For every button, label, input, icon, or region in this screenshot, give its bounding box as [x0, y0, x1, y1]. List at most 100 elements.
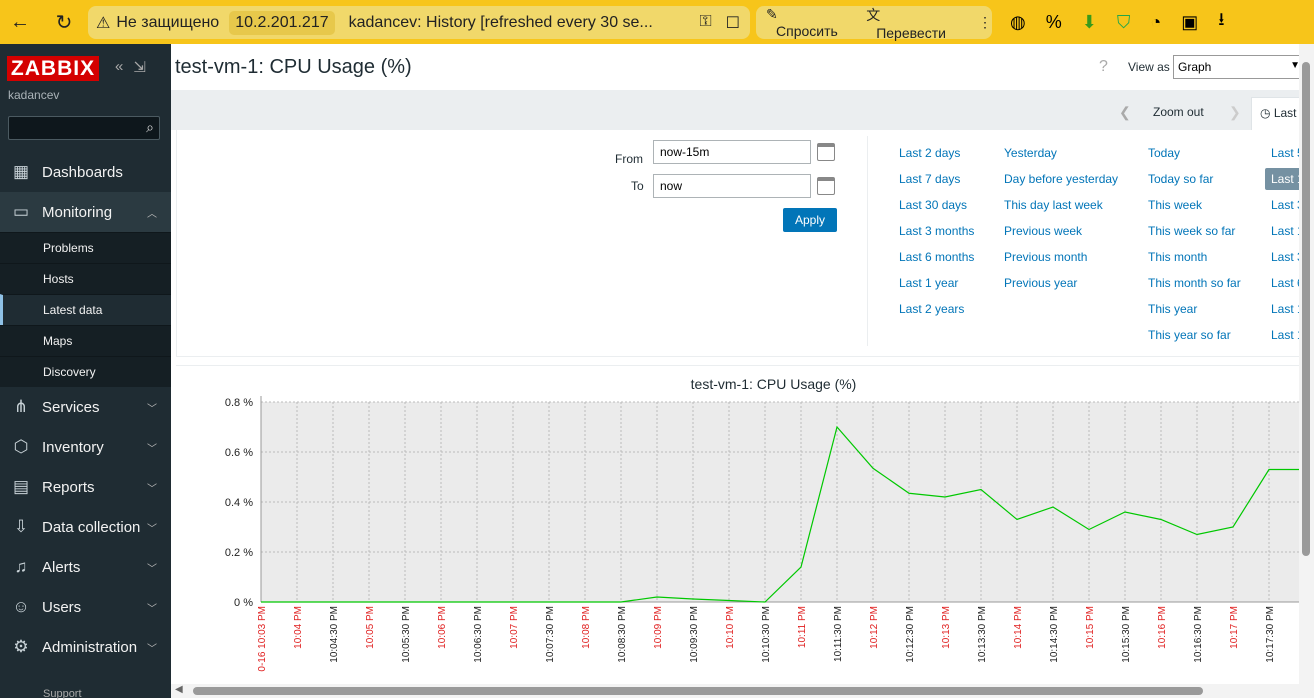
- calendar-icon[interactable]: [817, 177, 835, 195]
- search-icon[interactable]: ⌕: [146, 119, 154, 136]
- kiosk-mode-icon[interactable]: ⇲: [133, 58, 146, 76]
- menu-label: Dashboards: [42, 163, 123, 181]
- chevron-right-icon[interactable]: ❯: [1229, 104, 1241, 121]
- quick-range-link[interactable]: Today so far: [1148, 172, 1213, 186]
- quick-range-link[interactable]: This year: [1148, 302, 1197, 316]
- key-icon[interactable]: ⚿: [699, 13, 711, 33]
- scroll-left-icon[interactable]: ◀: [175, 684, 183, 695]
- menu-data-collection[interactable]: ⇩ Data collection ﹀: [0, 507, 171, 547]
- help-icon[interactable]: ?: [1099, 58, 1108, 76]
- quick-range-link[interactable]: Previous week: [1004, 224, 1082, 238]
- quick-range-link[interactable]: Last 1 year: [899, 276, 958, 290]
- quick-range-link[interactable]: Previous month: [1004, 250, 1087, 264]
- zabbix-logo[interactable]: ZABBIX: [7, 56, 99, 81]
- calendar-icon[interactable]: [817, 143, 835, 161]
- quick-range-link[interactable]: Previous year: [1004, 276, 1077, 290]
- quick-range-link[interactable]: This week: [1148, 198, 1202, 212]
- submenu-discovery[interactable]: Discovery: [0, 356, 171, 387]
- quick-range-link[interactable]: Last 3 months: [899, 224, 974, 238]
- globe-icon[interactable]: ◍: [1010, 12, 1026, 33]
- quick-range-link[interactable]: Last 2 days: [899, 146, 960, 160]
- bookmark-icon[interactable]: ☐: [726, 13, 740, 33]
- menu-alerts[interactable]: ♫ Alerts ﹀: [0, 547, 171, 587]
- services-icon: ⋔: [13, 397, 29, 416]
- menu-dashboards[interactable]: ▦ Dashboards: [0, 152, 171, 192]
- x-tick-label: 10:11:30 PM: [833, 606, 844, 662]
- shield-icon[interactable]: ⛉: [1117, 12, 1131, 33]
- x-tick-label: 10:06:30 PM: [473, 606, 484, 663]
- quick-range-link[interactable]: This year so far: [1148, 328, 1231, 342]
- menu-label: Data collection: [42, 518, 141, 536]
- submenu-hosts[interactable]: Hosts: [0, 263, 171, 294]
- view-as-select[interactable]: Graph ▼: [1173, 55, 1305, 79]
- apply-button[interactable]: Apply: [783, 208, 837, 232]
- x-tick-label: 10:05:30 PM: [401, 606, 412, 663]
- quick-range-link[interactable]: Last 6 months: [899, 250, 974, 264]
- chevron-down-icon: ﹀: [147, 483, 157, 495]
- menu-administration[interactable]: ⚙ Administration ﹀: [0, 627, 171, 667]
- scrollbar-thumb[interactable]: [193, 687, 1203, 695]
- submenu-latest-data[interactable]: Latest data: [0, 294, 171, 325]
- menu-monitoring[interactable]: ▭ Monitoring ︿: [0, 192, 171, 232]
- scrollbar-thumb[interactable]: [1302, 62, 1310, 556]
- monitoring-icon: ▭: [12, 202, 30, 221]
- browser-toolbar: ← ↻ ⚠ Не защищено 10.2.201.217 kadancev:…: [0, 0, 1314, 44]
- page-tab-title: kadancev: History [refreshed every 30 se…: [348, 13, 653, 31]
- menu-users[interactable]: ☺ Users ﹀: [0, 587, 171, 627]
- quick-range-link[interactable]: Last 2 years: [899, 302, 964, 316]
- x-tick-label: 10:07:30 PM: [545, 606, 556, 663]
- submenu-problems[interactable]: Problems: [0, 232, 171, 263]
- vertical-scrollbar[interactable]: [1299, 44, 1314, 684]
- collapse-sidebar-icon[interactable]: «: [115, 58, 123, 76]
- quick-range-link[interactable]: This month: [1148, 250, 1207, 264]
- address-bar[interactable]: ⚠ Не защищено 10.2.201.217 kadancev: His…: [88, 6, 750, 39]
- percent-icon[interactable]: %: [1046, 12, 1062, 33]
- ask-label: Спросить: [776, 23, 838, 39]
- quick-range-link[interactable]: Last 7 days: [899, 172, 960, 186]
- from-input[interactable]: now-15m: [653, 140, 811, 164]
- y-tick-label: 0.6 %: [225, 447, 253, 459]
- x-tick-label: 10:08 PM: [581, 606, 592, 649]
- chevron-left-icon[interactable]: ❮: [1119, 104, 1131, 121]
- collections-icon[interactable]: ▣: [1181, 12, 1198, 33]
- quick-range-link[interactable]: Day before yesterday: [1004, 172, 1118, 186]
- quick-range-link[interactable]: This week so far: [1148, 224, 1235, 238]
- to-input[interactable]: now: [653, 174, 811, 198]
- more-icon[interactable]: ⋮: [978, 14, 992, 31]
- x-tick-label: 10:17 PM: [1229, 606, 1240, 649]
- menu-services[interactable]: ⋔ Services ﹀: [0, 387, 171, 427]
- download-arrow-icon[interactable]: ⬇: [1082, 12, 1097, 33]
- menu-inventory[interactable]: ⬡ Inventory ﹀: [0, 427, 171, 467]
- x-tick-label: 10:14 PM: [1013, 606, 1024, 649]
- zoom-out-button[interactable]: Zoom out: [1153, 105, 1204, 119]
- menu-reports[interactable]: ▤ Reports ﹀: [0, 467, 171, 507]
- submenu-maps[interactable]: Maps: [0, 325, 171, 356]
- x-tick-label: 10:16 PM: [1157, 606, 1168, 649]
- quick-range-link[interactable]: This day last week: [1004, 198, 1103, 212]
- page-title: test-vm-1: CPU Usage (%): [175, 56, 412, 78]
- x-tick-label: 10:05 PM: [365, 606, 376, 649]
- cpu-usage-chart[interactable]: 0-16 10:03 PM 10:04 PM 10:04:30 PM 10:05 PM…: [176, 366, 1314, 686]
- x-tick-label: 10:17:30 PM: [1265, 606, 1276, 663]
- x-tick-label: 10:04:30 PM: [329, 606, 340, 663]
- ask-button[interactable]: ✎ Спросить: [766, 6, 848, 39]
- x-tick-label: 10:07 PM: [509, 606, 520, 649]
- quick-range-link[interactable]: This month so far: [1148, 276, 1241, 290]
- clock-icon: ◷: [1260, 106, 1271, 120]
- horizontal-scrollbar[interactable]: ◀: [171, 684, 1314, 698]
- reload-icon[interactable]: ↻: [44, 0, 84, 44]
- sidebar-search-input[interactable]: ⌕: [8, 116, 160, 140]
- main-content: test-vm-1: CPU Usage (%) ? View as Graph…: [171, 44, 1314, 698]
- host-label: 10.2.201.217: [229, 10, 335, 35]
- quick-range-link[interactable]: Yesterday: [1004, 146, 1057, 160]
- quick-range-link[interactable]: Today: [1148, 146, 1180, 160]
- users-icon: ☺: [12, 597, 30, 616]
- back-icon[interactable]: ←: [0, 0, 40, 44]
- downloads-icon[interactable]: ⭳: [1218, 7, 1224, 37]
- speed-icon[interactable]: ◔: [1150, 12, 1161, 33]
- support-link[interactable]: Support: [43, 688, 82, 700]
- quick-range-link[interactable]: Last 30 days: [899, 198, 967, 212]
- translate-button[interactable]: 文 Перевести: [866, 5, 958, 41]
- sidebar: ZABBIX « ⇲ kadancev ⌕ ▦ Dashboards ▭ Mon…: [0, 44, 171, 700]
- menu-label: Administration: [42, 638, 138, 656]
